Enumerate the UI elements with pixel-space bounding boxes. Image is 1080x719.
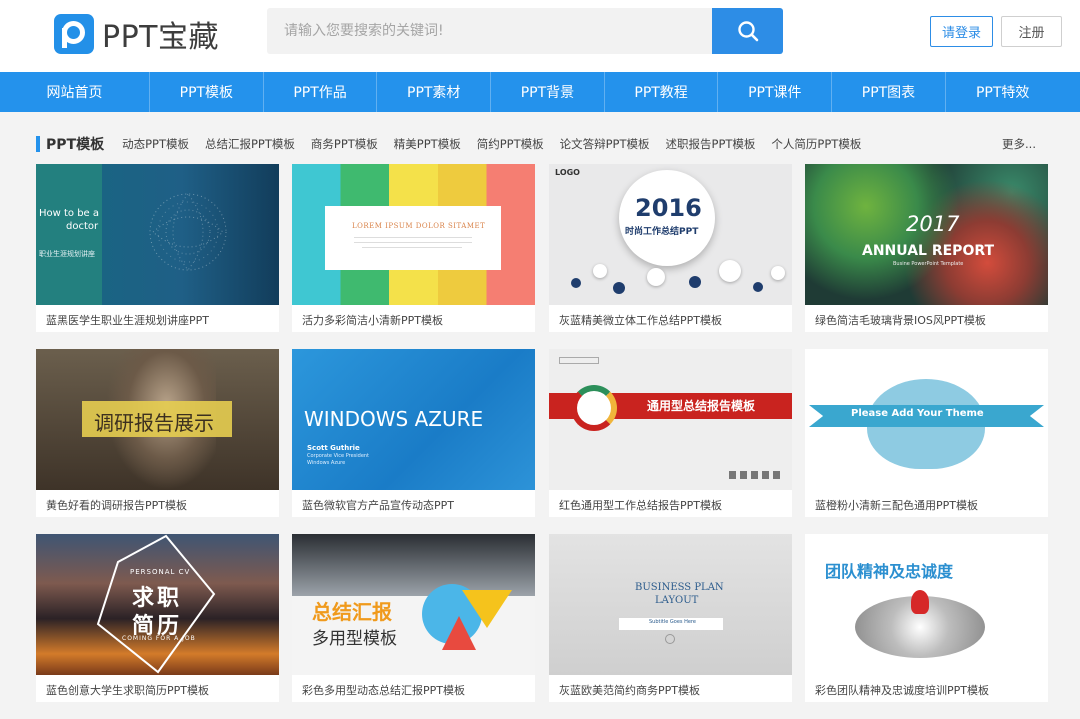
- thumb-text: 总结汇报: [312, 600, 392, 624]
- thumb-text: Windows Azure: [307, 460, 346, 466]
- category-link[interactable]: 动态PPT模板: [122, 136, 189, 152]
- template-card[interactable]: LOREM IPSUM DOLOR SITAMET 活力多彩简洁小清新PPT模板: [292, 164, 535, 332]
- nav-item-ppt-materials[interactable]: PPT素材: [377, 72, 492, 112]
- thumb-text: Busine PowerPoint Template: [893, 261, 964, 267]
- nav-item-ppt-tutorials[interactable]: PPT教程: [605, 72, 719, 112]
- template-thumbnail[interactable]: LOREM IPSUM DOLOR SITAMET: [292, 164, 535, 305]
- template-thumbnail[interactable]: BUSINESS PLAN LAYOUT Subtitle Goes Here: [549, 534, 792, 675]
- template-card[interactable]: 2017 ANNUAL REPORT Busine PowerPoint Tem…: [805, 164, 1048, 332]
- thumb-text: Corporate Vice President: [307, 453, 370, 459]
- thumb-text: 2017: [906, 212, 960, 236]
- template-card[interactable]: BUSINESS PLAN LAYOUT Subtitle Goes Here …: [549, 534, 792, 702]
- template-card[interactable]: LOGO 2016 时尚工作总结PPT 灰蓝精美微立体工作总结PPT模板: [549, 164, 792, 332]
- template-title[interactable]: 彩色团队精神及忠诚度培训PPT模板: [815, 682, 989, 698]
- category-link[interactable]: 商务PPT模板: [311, 136, 378, 152]
- template-title[interactable]: 蓝色微软官方产品宣传动态PPT: [302, 497, 454, 513]
- thumb-text: 通用型总结报告模板: [647, 399, 756, 413]
- template-title[interactable]: 蓝橙粉小清新三配色通用PPT模板: [815, 497, 978, 513]
- template-card[interactable]: WINDOWS AZURE Scott Guthrie Corporate Vi…: [292, 349, 535, 517]
- template-thumbnail[interactable]: LOGO 2016 时尚工作总结PPT: [549, 164, 792, 305]
- nav-item-ppt-effects[interactable]: PPT特效: [946, 72, 1060, 112]
- main-nav: 网站首页 PPT模板 PPT作品 PPT素材 PPT背景 PPT教程 PPT课件…: [0, 72, 1080, 112]
- thumb-text: Scott Guthrie: [307, 444, 360, 452]
- category-more-link[interactable]: 更多...: [1002, 136, 1036, 152]
- category-link[interactable]: 论文答辩PPT模板: [560, 136, 650, 152]
- nav-item-ppt-courseware[interactable]: PPT课件: [718, 72, 833, 112]
- template-title[interactable]: 蓝色创意大学生求职简历PPT模板: [46, 682, 209, 698]
- nav-item-ppt-templates[interactable]: PPT模板: [150, 72, 264, 112]
- template-thumbnail[interactable]: Please Add Your Theme: [805, 349, 1048, 490]
- search-bar: [267, 8, 783, 54]
- thumb-text: WINDOWS AZURE: [304, 407, 484, 431]
- nav-item-ppt-backgrounds[interactable]: PPT背景: [491, 72, 605, 112]
- login-button[interactable]: 请登录: [930, 16, 993, 47]
- logo-text: PPT宝藏: [102, 20, 220, 55]
- thumb-text: 团队精神及忠诚度: [825, 562, 954, 581]
- search-icon: [737, 21, 758, 42]
- thumb-text: Subtitle Goes Here: [649, 619, 696, 625]
- category-accent-bar: [36, 136, 40, 152]
- template-thumbnail[interactable]: WINDOWS AZURE Scott Guthrie Corporate Vi…: [292, 349, 535, 490]
- thumb-text: BUSINESS PLAN: [635, 582, 724, 593]
- site-logo[interactable]: PPT宝藏: [54, 12, 219, 56]
- thumb-text: LOREM IPSUM DOLOR SITAMET: [352, 222, 486, 230]
- thumb-text: doctor: [66, 221, 99, 232]
- globe-dots-graphic: [149, 193, 227, 271]
- template-title[interactable]: 活力多彩简洁小清新PPT模板: [302, 312, 443, 328]
- thumb-text: 调研报告展示: [94, 411, 214, 435]
- search-input[interactable]: [267, 8, 712, 54]
- template-thumbnail[interactable]: 调研报告展示: [36, 349, 279, 490]
- nav-item-ppt-charts[interactable]: PPT图表: [832, 72, 946, 112]
- category-link[interactable]: 述职报告PPT模板: [666, 136, 756, 152]
- site-header: PPT宝藏 请登录 注册: [0, 0, 1080, 72]
- template-card[interactable]: 总结汇报 多用型模板 彩色多用型动态总结汇报PPT模板: [292, 534, 535, 702]
- register-button[interactable]: 注册: [1001, 16, 1062, 47]
- template-thumbnail[interactable]: PERSONAL CV 求职 简历 COMING FOR A JOB: [36, 534, 279, 675]
- template-title[interactable]: 黄色好看的调研报告PPT模板: [46, 497, 187, 513]
- category-link[interactable]: 总结汇报PPT模板: [205, 136, 295, 152]
- template-card[interactable]: 调研报告展示 黄色好看的调研报告PPT模板: [36, 349, 279, 517]
- thumb-text: LOGO: [555, 168, 580, 177]
- template-card[interactable]: How to be a doctor 职业生涯规划讲座 蓝黑医学生职业生涯规划讲…: [36, 164, 279, 332]
- category-title: PPT模板: [46, 137, 105, 153]
- template-thumbnail[interactable]: How to be a doctor 职业生涯规划讲座: [36, 164, 279, 305]
- template-thumbnail[interactable]: 总结汇报 多用型模板: [292, 534, 535, 675]
- nav-item-home[interactable]: 网站首页: [0, 72, 150, 112]
- logo-p-icon: [54, 14, 94, 54]
- template-title[interactable]: 蓝黑医学生职业生涯规划讲座PPT: [46, 312, 209, 328]
- thumb-text: 职业生涯规划讲座: [39, 250, 95, 258]
- template-title[interactable]: 灰蓝欧美范简约商务PPT模板: [559, 682, 700, 698]
- nav-item-ppt-works[interactable]: PPT作品: [264, 72, 378, 112]
- template-title[interactable]: 红色通用型工作总结报告PPT模板: [559, 497, 722, 513]
- template-title[interactable]: 彩色多用型动态总结汇报PPT模板: [302, 682, 465, 698]
- thumb-text: 多用型模板: [312, 629, 397, 649]
- thumb-text: How to be a: [39, 208, 100, 219]
- template-card[interactable]: 团队精神及忠诚度 彩色团队精神及忠诚度培训PPT模板: [805, 534, 1048, 702]
- thumb-text: LAYOUT: [655, 595, 699, 606]
- template-card[interactable]: Please Add Your Theme 蓝橙粉小清新三配色通用PPT模板: [805, 349, 1048, 517]
- thumb-text: PERSONAL CV: [130, 568, 191, 576]
- thumb-text: ANNUAL REPORT: [862, 243, 995, 259]
- thumb-text: Please Add Your Theme: [851, 408, 984, 419]
- thumb-text: 2016: [635, 194, 702, 222]
- template-card[interactable]: PERSONAL CV 求职 简历 COMING FOR A JOB 蓝色创意大…: [36, 534, 279, 702]
- category-bar: PPT模板 动态PPT模板 总结汇报PPT模板 商务PPT模板 精美PPT模板 …: [36, 134, 1046, 154]
- category-link[interactable]: 个人简历PPT模板: [771, 136, 861, 152]
- template-thumbnail[interactable]: 2017 ANNUAL REPORT Busine PowerPoint Tem…: [805, 164, 1048, 305]
- thumb-text: COMING FOR A JOB: [122, 635, 196, 642]
- category-link[interactable]: 精美PPT模板: [394, 136, 461, 152]
- template-thumbnail[interactable]: 团队精神及忠诚度: [805, 534, 1048, 675]
- template-card[interactable]: 通用型总结报告模板 红色通用型工作总结报告PPT模板: [549, 349, 792, 517]
- search-button[interactable]: [712, 8, 783, 54]
- template-thumbnail[interactable]: 通用型总结报告模板: [549, 349, 792, 490]
- category-link[interactable]: 简约PPT模板: [477, 136, 544, 152]
- template-title[interactable]: 绿色简洁毛玻璃背景IOS风PPT模板: [815, 312, 986, 328]
- thumb-text: 时尚工作总结PPT: [625, 227, 699, 237]
- template-title[interactable]: 灰蓝精美微立体工作总结PPT模板: [559, 312, 722, 328]
